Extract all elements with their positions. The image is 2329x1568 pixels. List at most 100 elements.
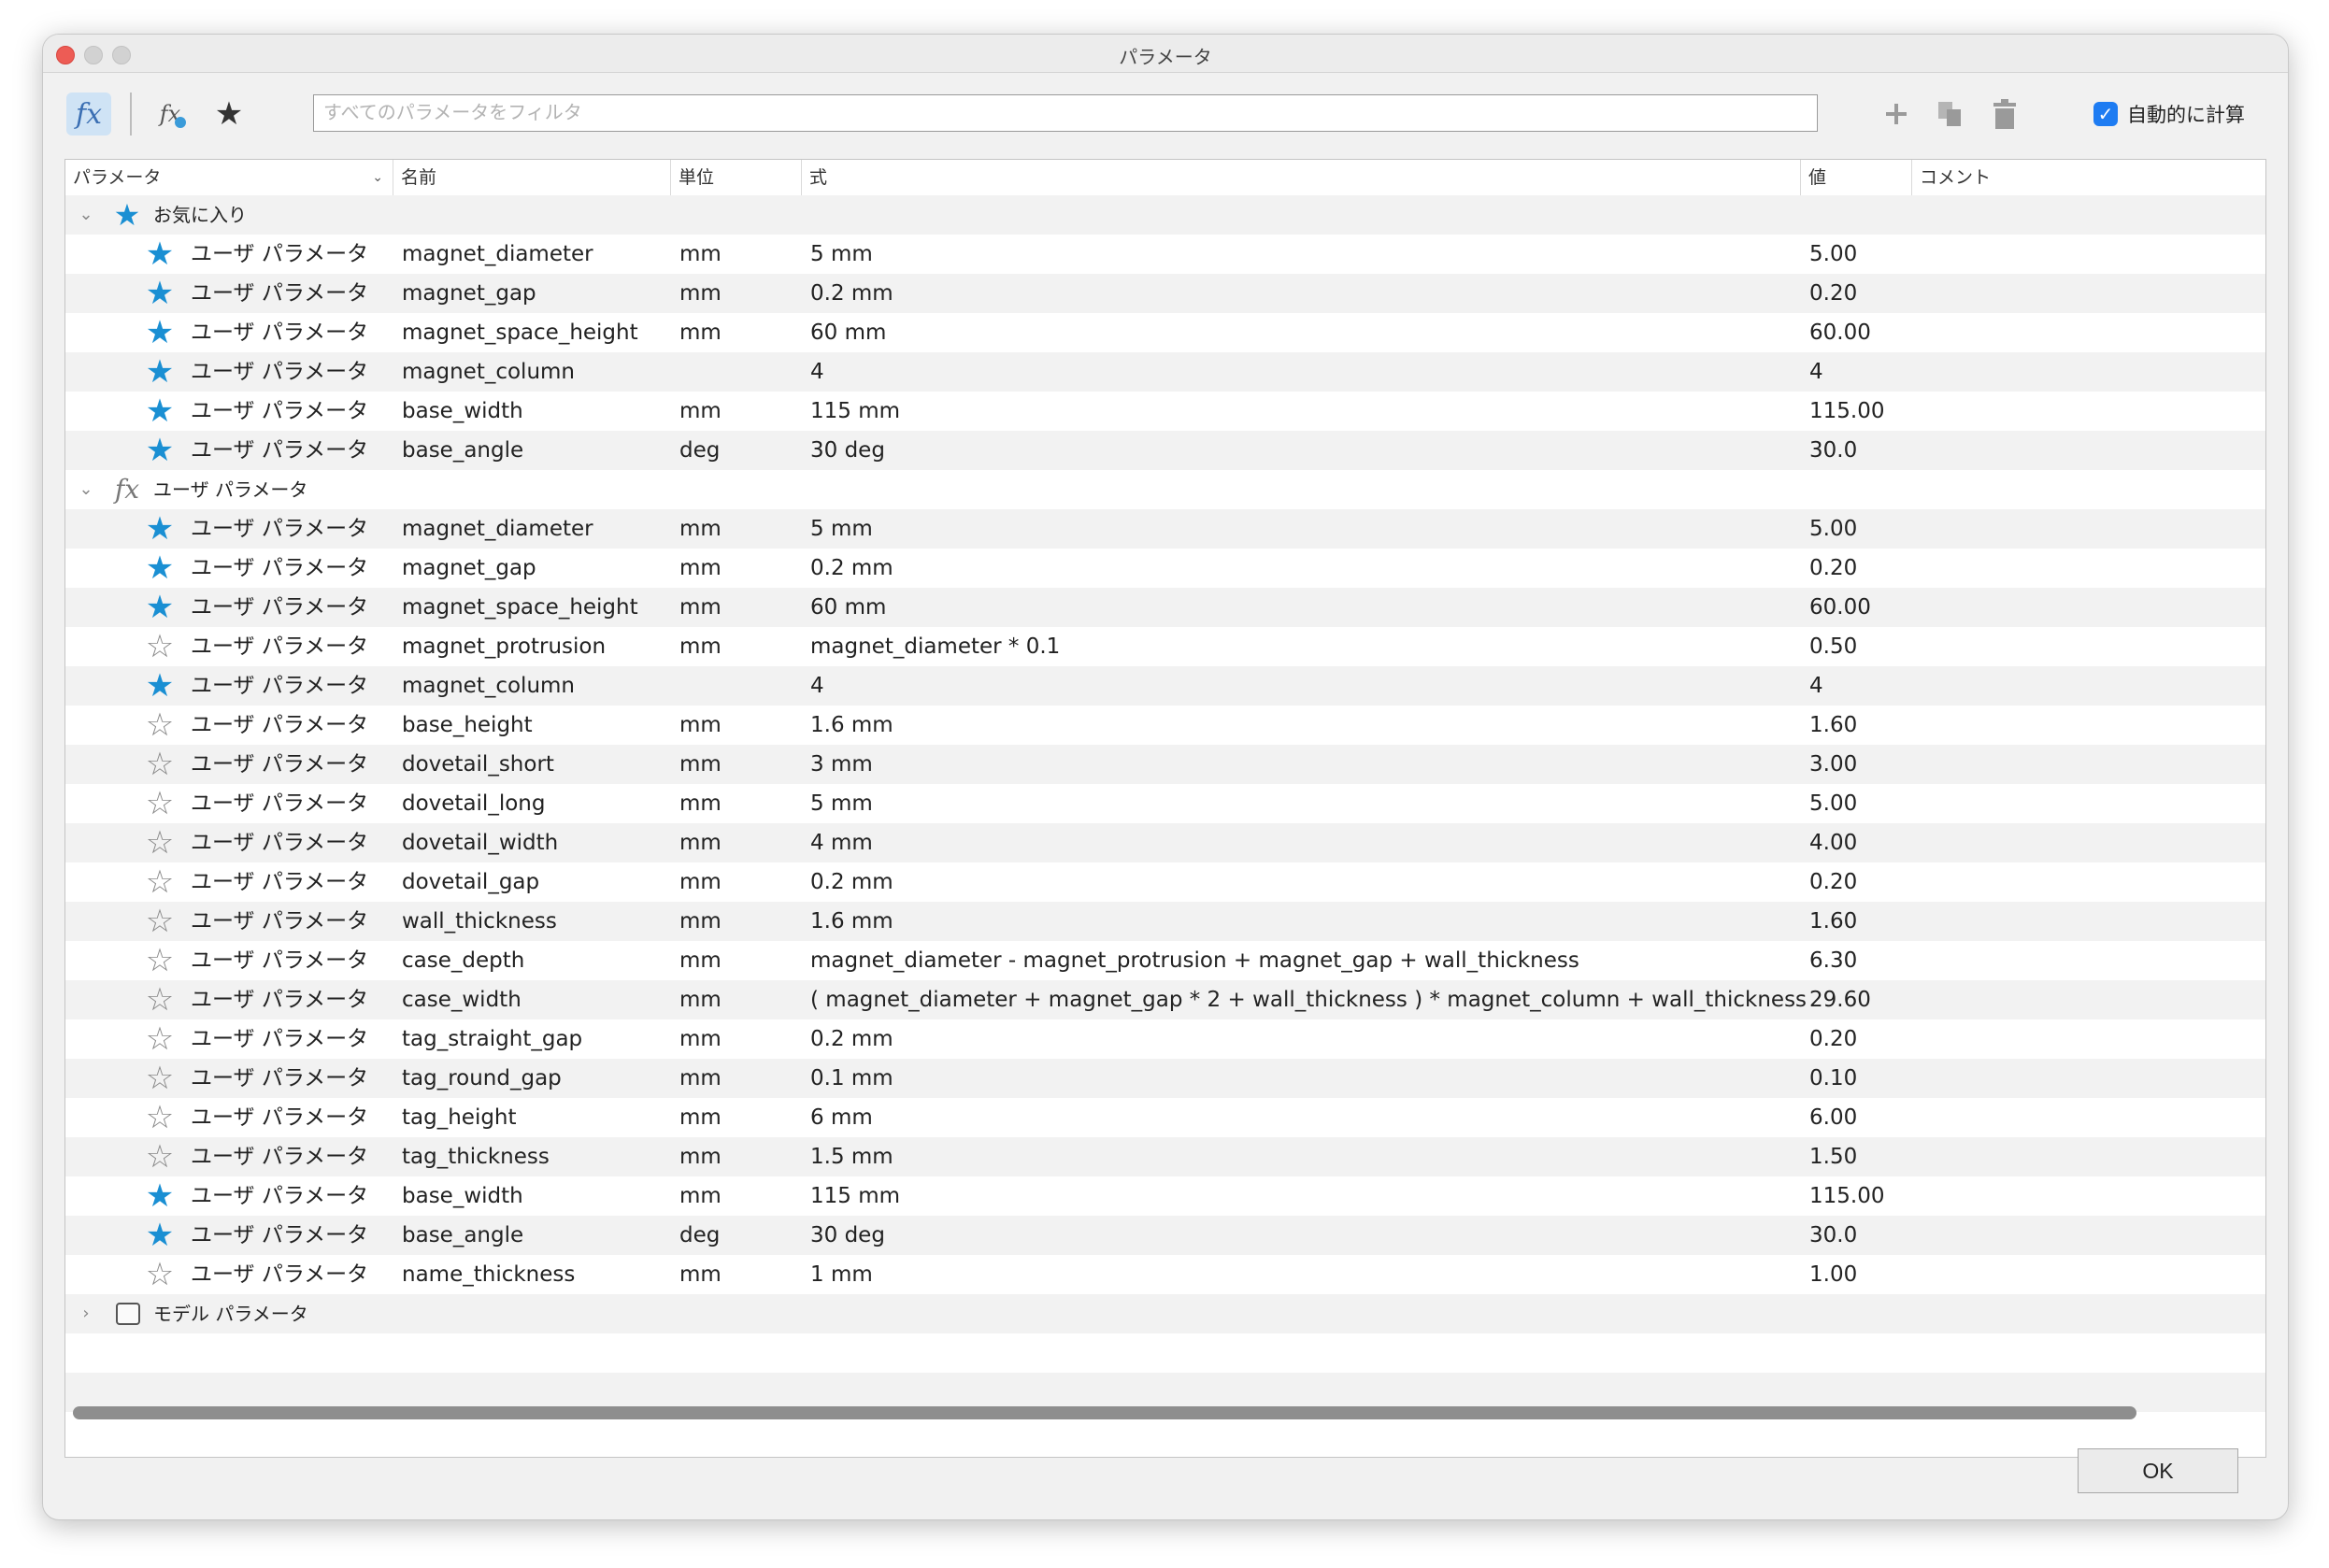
parameter-name-cell[interactable]: case_width xyxy=(402,980,522,1019)
column-header-unit[interactable]: 単位 xyxy=(670,160,801,195)
table-row[interactable]: ★ ユーザ パラメータ base_angle deg 30 deg 30.0 xyxy=(65,1216,2265,1255)
parameter-unit-cell[interactable]: mm xyxy=(679,1098,722,1137)
favorite-star-icon[interactable]: ★ xyxy=(143,352,177,392)
parameter-name-cell[interactable]: magnet_column xyxy=(402,666,575,706)
parameter-unit-cell[interactable]: mm xyxy=(679,941,722,980)
parameter-expression-cell[interactable]: 115 mm xyxy=(810,392,900,431)
table-row[interactable]: ☆ ユーザ パラメータ dovetail_width mm 4 mm 4.00 xyxy=(65,823,2265,862)
parameter-expression-cell[interactable]: 0.2 mm xyxy=(810,1019,893,1059)
chevron-down-icon[interactable]: ⌄ xyxy=(372,160,383,195)
star-outline-icon[interactable]: ☆ xyxy=(143,627,177,666)
favorite-star-icon[interactable]: ★ xyxy=(143,549,177,588)
parameter-expression-cell[interactable]: 5 mm xyxy=(810,784,873,823)
parameter-expression-cell[interactable]: 30 deg xyxy=(810,431,885,470)
chevron-down-icon[interactable]: ⌄ xyxy=(75,195,97,235)
parameter-expression-cell[interactable]: 4 xyxy=(810,666,824,706)
parameter-expression-cell[interactable]: 4 mm xyxy=(810,823,873,862)
table-row[interactable]: ★ ユーザ パラメータ magnet_column 4 4 xyxy=(65,352,2265,392)
parameter-expression-cell[interactable]: 60 mm xyxy=(810,313,886,352)
parameter-name-cell[interactable]: tag_round_gap xyxy=(402,1059,562,1098)
parameter-unit-cell[interactable]: mm xyxy=(679,980,722,1019)
parameter-name-cell[interactable]: case_depth xyxy=(402,941,524,980)
table-row[interactable]: ☆ ユーザ パラメータ case_width mm ( magnet_diameter … xyxy=(65,980,2265,1019)
parameter-name-cell[interactable]: tag_height xyxy=(402,1098,517,1137)
parameter-unit-cell[interactable]: deg xyxy=(679,1216,720,1255)
table-row[interactable]: ☆ ユーザ パラメータ dovetail_short mm 3 mm 3.00 xyxy=(65,745,2265,784)
star-outline-icon[interactable]: ☆ xyxy=(143,862,177,902)
parameter-name-cell[interactable]: tag_thickness xyxy=(402,1137,550,1176)
parameter-expression-cell[interactable]: 1.5 mm xyxy=(810,1137,893,1176)
parameter-unit-cell[interactable]: mm xyxy=(679,392,722,431)
parameter-expression-cell[interactable]: 0.1 mm xyxy=(810,1059,893,1098)
column-header-expression[interactable]: 式 xyxy=(801,160,1800,195)
column-header-value[interactable]: 値 xyxy=(1800,160,1911,195)
parameter-expression-cell[interactable]: ( magnet_diameter + magnet_gap * 2 + wal… xyxy=(810,980,1807,1019)
ok-button[interactable]: OK xyxy=(2078,1448,2238,1493)
favorite-star-icon[interactable]: ★ xyxy=(143,588,177,627)
chevron-down-icon[interactable]: ⌄ xyxy=(75,470,97,509)
table-row[interactable]: ★ ユーザ パラメータ magnet_gap mm 0.2 mm 0.20 xyxy=(65,549,2265,588)
parameter-expression-cell[interactable]: magnet_diameter - magnet_protrusion + ma… xyxy=(810,941,1579,980)
parameter-name-cell[interactable]: base_height xyxy=(402,706,533,745)
star-outline-icon[interactable]: ☆ xyxy=(143,1137,177,1176)
fx-icon[interactable]: fx xyxy=(66,93,111,135)
star-icon[interactable]: ★ xyxy=(208,93,250,135)
user-fx-icon[interactable]: fx xyxy=(150,94,190,134)
table-row[interactable]: ★ ユーザ パラメータ magnet_column 4 4 xyxy=(65,666,2265,706)
parameter-unit-cell[interactable]: mm xyxy=(679,313,722,352)
parameter-unit-cell[interactable]: mm xyxy=(679,902,722,941)
parameter-expression-cell[interactable]: 3 mm xyxy=(810,745,873,784)
table-row[interactable]: ★ ユーザ パラメータ magnet_gap mm 0.2 mm 0.20 xyxy=(65,274,2265,313)
parameter-unit-cell[interactable]: mm xyxy=(679,745,722,784)
parameter-expression-cell[interactable]: 1.6 mm xyxy=(810,706,893,745)
star-outline-icon[interactable]: ☆ xyxy=(143,902,177,941)
star-outline-icon[interactable]: ☆ xyxy=(143,823,177,862)
parameter-name-cell[interactable]: magnet_space_height xyxy=(402,588,638,627)
table-row[interactable]: ☆ ユーザ パラメータ dovetail_gap mm 0.2 mm 0.20 xyxy=(65,862,2265,902)
parameter-name-cell[interactable]: wall_thickness xyxy=(402,902,557,941)
copy-icon[interactable] xyxy=(1931,94,1970,134)
parameter-name-cell[interactable]: magnet_space_height xyxy=(402,313,638,352)
favorite-star-icon[interactable]: ★ xyxy=(143,313,177,352)
parameter-name-cell[interactable]: base_width xyxy=(402,392,523,431)
column-header-comment[interactable]: コメント xyxy=(1911,160,2265,195)
table-row[interactable]: ☆ ユーザ パラメータ name_thickness mm 1 mm 1.00 xyxy=(65,1255,2265,1294)
parameter-unit-cell[interactable]: mm xyxy=(679,627,722,666)
parameter-expression-cell[interactable]: 0.2 mm xyxy=(810,549,893,588)
favorite-star-icon[interactable]: ★ xyxy=(143,509,177,549)
trash-icon[interactable] xyxy=(1985,94,2024,134)
star-outline-icon[interactable]: ☆ xyxy=(143,784,177,823)
parameter-name-cell[interactable]: tag_straight_gap xyxy=(402,1019,582,1059)
table-row[interactable]: ☆ ユーザ パラメータ case_depth mm magnet_diameter - … xyxy=(65,941,2265,980)
table-row[interactable]: ★ ユーザ パラメータ magnet_diameter mm 5 mm 5.00 xyxy=(65,235,2265,274)
parameter-name-cell[interactable]: magnet_gap xyxy=(402,549,536,588)
parameter-expression-cell[interactable]: 4 xyxy=(810,352,824,392)
favorite-star-icon[interactable]: ★ xyxy=(143,274,177,313)
star-outline-icon[interactable]: ☆ xyxy=(143,980,177,1019)
chevron-right-icon[interactable]: › xyxy=(75,1294,97,1333)
parameter-name-cell[interactable]: base_angle xyxy=(402,1216,523,1255)
parameter-expression-cell[interactable]: 1 mm xyxy=(810,1255,873,1294)
parameter-name-cell[interactable]: base_angle xyxy=(402,431,523,470)
parameter-name-cell[interactable]: magnet_diameter xyxy=(402,235,593,274)
table-row[interactable]: ☆ ユーザ パラメータ dovetail_long mm 5 mm 5.00 xyxy=(65,784,2265,823)
parameter-expression-cell[interactable]: 30 deg xyxy=(810,1216,885,1255)
parameter-expression-cell[interactable]: 60 mm xyxy=(810,588,886,627)
parameter-unit-cell[interactable]: deg xyxy=(679,431,720,470)
table-row[interactable]: ☆ ユーザ パラメータ base_height mm 1.6 mm 1.60 xyxy=(65,706,2265,745)
table-row[interactable]: ★ ユーザ パラメータ base_angle deg 30 deg 30.0 xyxy=(65,431,2265,470)
parameter-expression-cell[interactable]: 115 mm xyxy=(810,1176,900,1216)
parameter-unit-cell[interactable]: mm xyxy=(679,509,722,549)
favorite-star-icon[interactable]: ★ xyxy=(143,666,177,706)
parameter-expression-cell[interactable]: 1.6 mm xyxy=(810,902,893,941)
column-header-name[interactable]: 名前 xyxy=(393,160,670,195)
parameter-expression-cell[interactable]: magnet_diameter * 0.1 xyxy=(810,627,1060,666)
filter-input[interactable] xyxy=(313,94,1818,132)
parameter-unit-cell[interactable]: mm xyxy=(679,1176,722,1216)
parameter-unit-cell[interactable]: mm xyxy=(679,1019,722,1059)
table-row[interactable]: ☆ ユーザ パラメータ tag_thickness mm 1.5 mm 1.50 xyxy=(65,1137,2265,1176)
parameter-name-cell[interactable]: dovetail_long xyxy=(402,784,545,823)
parameter-name-cell[interactable]: dovetail_width xyxy=(402,823,558,862)
parameter-name-cell[interactable]: magnet_diameter xyxy=(402,509,593,549)
table-row[interactable]: ★ ユーザ パラメータ magnet_diameter mm 5 mm 5.00 xyxy=(65,509,2265,549)
